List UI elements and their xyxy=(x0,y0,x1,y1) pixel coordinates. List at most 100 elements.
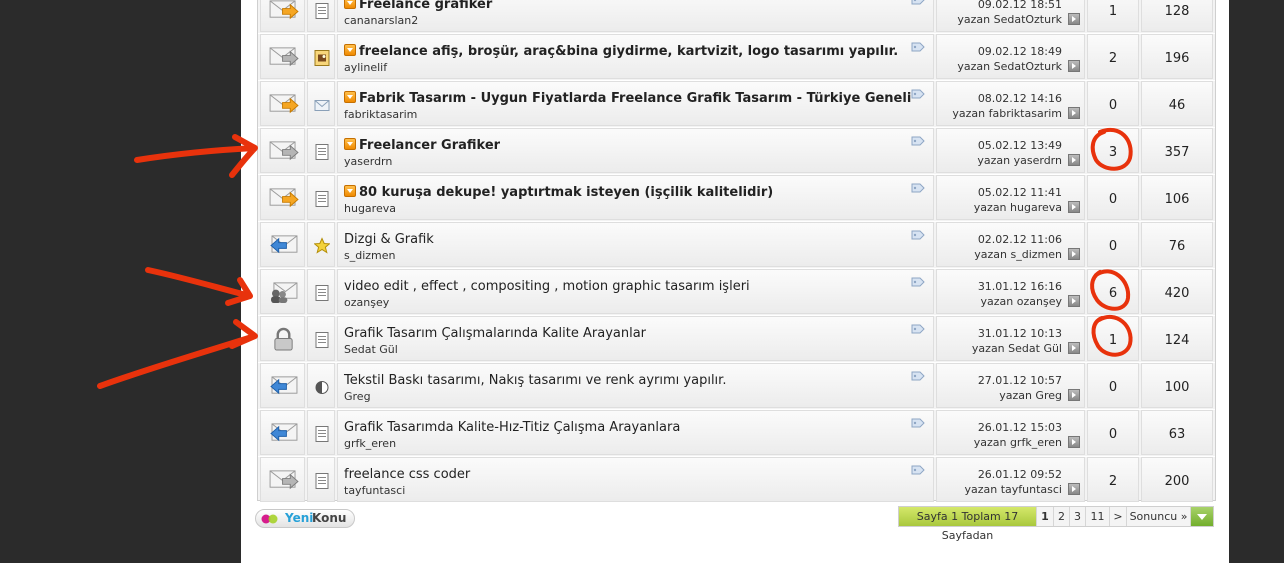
tag-icon[interactable] xyxy=(911,418,925,428)
reply-count[interactable]: 1 xyxy=(1088,4,1138,19)
thread-views-cell: 357 xyxy=(1141,128,1213,173)
page-link-11[interactable]: 11 xyxy=(1086,507,1110,526)
tag-icon[interactable] xyxy=(911,42,925,52)
page-link-3[interactable]: 3 xyxy=(1070,507,1086,526)
last-post-author[interactable]: yazan tayfuntasci xyxy=(964,483,1062,496)
thread-title[interactable]: Grafik Tasarımda Kalite-Hız-Titiz Çalışm… xyxy=(344,420,680,435)
goto-last-post-icon[interactable] xyxy=(1068,13,1080,25)
goto-last-post-icon[interactable] xyxy=(1068,107,1080,119)
last-post-author[interactable]: yazan hugareva xyxy=(974,201,1062,214)
new-thread-button[interactable]: Yeni Konu xyxy=(255,509,355,528)
thread-row: Fabrik Tasarım - Uygun Fiyatlarda Freela… xyxy=(258,80,1215,128)
reply-count[interactable]: 0 xyxy=(1088,239,1138,254)
thread-author[interactable]: yaserdrn xyxy=(344,155,392,168)
page-link-2[interactable]: 2 xyxy=(1054,507,1070,526)
thread-title-link[interactable]: Dizgi & Grafik xyxy=(344,232,434,247)
pagination: Sayfa 1 Toplam 17 Sayfadan 1 2 3 11 > So… xyxy=(898,506,1214,542)
thread-title-link[interactable]: freelance css coder xyxy=(344,467,470,482)
goto-last-post-icon[interactable] xyxy=(1068,389,1080,401)
reply-count[interactable]: 0 xyxy=(1088,380,1138,395)
thread-title[interactable]: Freelancer Grafiker xyxy=(359,138,500,153)
thread-message-icon-cell xyxy=(307,363,335,408)
thread-last-post-cell: 27.01.12 10:57 yazan Greg xyxy=(936,363,1085,408)
last-post-author[interactable]: yazan Sedat Gül xyxy=(972,342,1062,355)
reply-count[interactable]: 1 xyxy=(1088,333,1138,348)
thread-author[interactable]: fabriktasarim xyxy=(344,108,417,121)
page-link-1[interactable]: 1 xyxy=(1037,507,1054,526)
thread-title[interactable]: Fabrik Tasarım - Uygun Fiyatlarda Freela… xyxy=(359,91,911,106)
thread-author[interactable]: s_dizmen xyxy=(344,249,396,262)
thread-status-cell xyxy=(260,269,305,314)
thread-title[interactable]: 80 kuruşa dekupe! yaptırtmak isteyen (iş… xyxy=(359,185,773,200)
thread-title-link[interactable]: Tekstil Baskı tasarımı, Nakış tasarımı v… xyxy=(344,373,726,388)
goto-last-post-icon[interactable] xyxy=(1068,60,1080,72)
goto-last-post-icon[interactable] xyxy=(1068,154,1080,166)
thread-author[interactable]: Sedat Gül xyxy=(344,343,398,356)
next-page-link[interactable]: > xyxy=(1110,507,1127,526)
tag-icon[interactable] xyxy=(911,230,925,240)
thread-author[interactable]: Greg xyxy=(344,390,371,403)
new-post-icon[interactable] xyxy=(344,185,356,197)
tag-icon[interactable] xyxy=(911,136,925,146)
tag-icon[interactable] xyxy=(911,0,925,5)
last-post-author[interactable]: yazan Greg xyxy=(999,389,1062,402)
tag-icon[interactable] xyxy=(911,324,925,334)
thread-author[interactable]: grfk_eren xyxy=(344,437,396,450)
new-post-icon[interactable] xyxy=(344,138,356,150)
thread-author[interactable]: hugareva xyxy=(344,202,396,215)
thread-title-link[interactable]: Freelancer Grafiker xyxy=(344,138,500,153)
thread-title-link[interactable]: video edit , effect , compositing , moti… xyxy=(344,279,750,294)
thread-title-link[interactable]: 80 kuruşa dekupe! yaptırtmak isteyen (iş… xyxy=(344,185,773,200)
thread-author[interactable]: cananarslan2 xyxy=(344,14,418,27)
thread-title[interactable]: Freelance grafiker xyxy=(359,0,492,12)
new-post-icon[interactable] xyxy=(344,91,356,103)
tag-icon[interactable] xyxy=(911,371,925,381)
last-post-author[interactable]: yazan SedatOzturk xyxy=(957,60,1062,73)
document-icon xyxy=(315,332,329,348)
last-post-author[interactable]: yazan ozanşey xyxy=(981,295,1062,308)
new-post-icon[interactable] xyxy=(344,0,356,9)
goto-last-post-icon[interactable] xyxy=(1068,295,1080,307)
thread-title[interactable]: Tekstil Baskı tasarımı, Nakış tasarımı v… xyxy=(344,373,726,388)
goto-last-post-icon[interactable] xyxy=(1068,436,1080,448)
thread-status-cell xyxy=(260,128,305,173)
thread-author[interactable]: aylinelif xyxy=(344,61,387,74)
last-post-author[interactable]: yazan s_dizmen xyxy=(974,248,1062,261)
thread-title-link[interactable]: Freelance grafiker xyxy=(344,0,492,12)
last-post-author[interactable]: yazan grfk_eren xyxy=(974,436,1062,449)
thread-title-link[interactable]: Grafik Tasarımda Kalite-Hız-Titiz Çalışm… xyxy=(344,420,680,435)
reply-count[interactable]: 0 xyxy=(1088,192,1138,207)
goto-last-post-icon[interactable] xyxy=(1068,342,1080,354)
thread-title-link[interactable]: freelance afiş, broşür, araç&bina giydir… xyxy=(344,44,898,59)
tag-icon[interactable] xyxy=(911,277,925,287)
reply-count[interactable]: 6 xyxy=(1088,286,1138,301)
last-post-author[interactable]: yazan yaserdrn xyxy=(977,154,1062,167)
new-post-icon[interactable] xyxy=(344,44,356,56)
goto-last-post-icon[interactable] xyxy=(1068,483,1080,495)
reply-count[interactable]: 0 xyxy=(1088,427,1138,442)
tag-icon[interactable] xyxy=(911,465,925,475)
thread-title-link[interactable]: Fabrik Tasarım - Uygun Fiyatlarda Freela… xyxy=(344,91,911,106)
thread-author[interactable]: ozanşey xyxy=(344,296,389,309)
page-jump-toggle[interactable] xyxy=(1191,507,1213,526)
thread-author[interactable]: tayfuntasci xyxy=(344,484,405,497)
thread-title[interactable]: Grafik Tasarım Çalışmalarında Kalite Ara… xyxy=(344,326,646,341)
goto-last-post-icon[interactable] xyxy=(1068,201,1080,213)
thread-title-link[interactable]: Grafik Tasarım Çalışmalarında Kalite Ara… xyxy=(344,326,646,341)
reply-count[interactable]: 2 xyxy=(1088,51,1138,66)
last-post-author[interactable]: yazan SedatOzturk xyxy=(957,13,1062,26)
last-post-date: 26.01.12 09:52 xyxy=(977,468,1062,481)
thread-title[interactable]: freelance css coder xyxy=(344,467,470,482)
thread-title[interactable]: Dizgi & Grafik xyxy=(344,232,434,247)
tag-icon[interactable] xyxy=(911,89,925,99)
goto-last-post-icon[interactable] xyxy=(1068,248,1080,260)
last-post-author[interactable]: yazan fabriktasarim xyxy=(952,107,1062,120)
document-icon xyxy=(315,285,329,301)
last-page-link[interactable]: Sonuncu » xyxy=(1127,507,1191,526)
reply-count[interactable]: 3 xyxy=(1088,145,1138,160)
thread-title[interactable]: freelance afiş, broşür, araç&bina giydir… xyxy=(359,44,898,59)
thread-title[interactable]: video edit , effect , compositing , moti… xyxy=(344,279,750,294)
tag-icon[interactable] xyxy=(911,183,925,193)
reply-count[interactable]: 0 xyxy=(1088,98,1138,113)
reply-count[interactable]: 2 xyxy=(1088,474,1138,489)
